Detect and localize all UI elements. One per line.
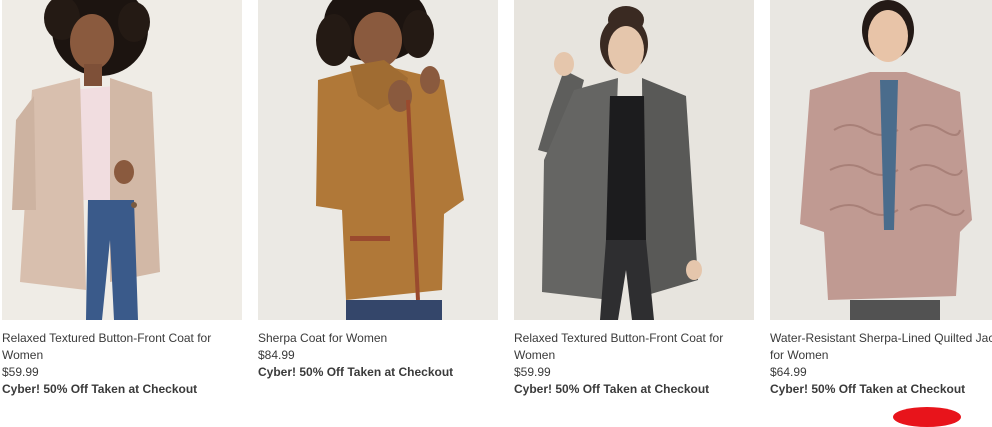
product-price: $59.99 <box>2 365 39 379</box>
product-name-link[interactable]: Relaxed Textured Button-Front Coat for W… <box>2 330 242 364</box>
product-name-link[interactable]: Water-Resistant Sherpa-Lined Quilted Jac… <box>770 330 992 364</box>
product-image[interactable] <box>2 0 242 320</box>
red-badge <box>893 407 961 427</box>
promo-text: Cyber! 50% Off Taken at Checkout <box>514 382 710 396</box>
product-image[interactable] <box>770 0 992 320</box>
product-card: Relaxed Textured Button-Front Coat for W… <box>2 0 242 414</box>
product-card: Sherpa Coat for Women $84.99 Cyber! 50% … <box>258 0 498 414</box>
promo-text: Cyber! 50% Off Taken at Checkout <box>258 365 454 379</box>
product-price: $84.99 <box>258 348 295 362</box>
product-price: $59.99 <box>514 365 551 379</box>
product-name-link[interactable]: Relaxed Textured Button-Front Coat for W… <box>514 330 754 364</box>
product-image[interactable] <box>258 0 498 320</box>
product-card: Relaxed Textured Button-Front Coat for W… <box>514 0 754 414</box>
product-image[interactable] <box>514 0 754 320</box>
product-grid: Relaxed Textured Button-Front Coat for W… <box>0 0 992 414</box>
product-name-link[interactable]: Sherpa Coat for Women <box>258 330 498 347</box>
promo-text: Cyber! 50% Off Taken at Checkout <box>770 382 966 396</box>
product-price: $64.99 <box>770 365 807 379</box>
product-card: Water-Resistant Sherpa-Lined Quilted Jac… <box>770 0 992 414</box>
promo-text: Cyber! 50% Off Taken at Checkout <box>2 382 198 396</box>
